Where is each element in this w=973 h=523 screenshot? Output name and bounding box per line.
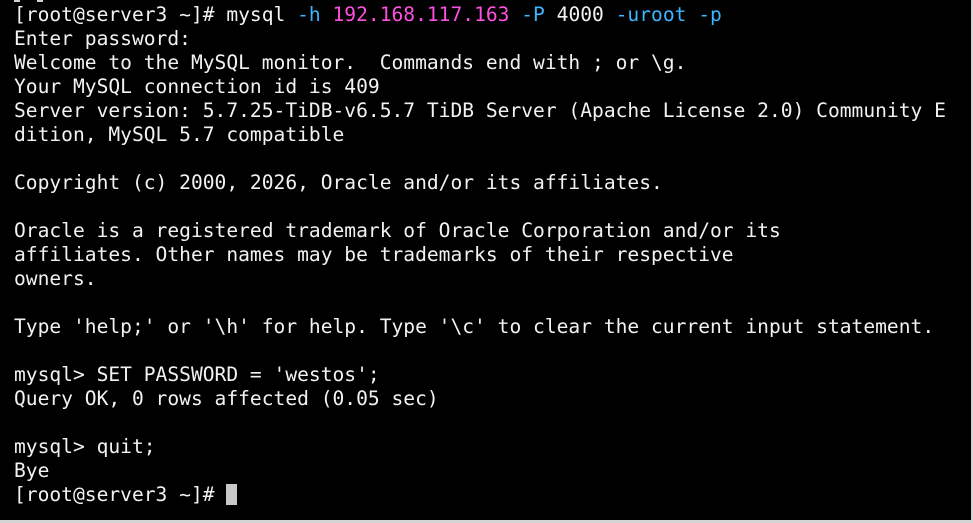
terminal-line: dition, MySQL 5.7 compatible [14,123,969,147]
terminal-line: Welcome to the MySQL monitor. Commands e… [14,51,969,75]
terminal-text-segment: Copyright (c) 2000, 2026, Oracle and/or … [14,171,663,194]
terminal-line: affiliates. Other names may be trademark… [14,243,969,267]
terminal-line: Type 'help;' or '\h' for help. Type '\c'… [14,315,969,339]
terminal-text-segment: Query OK, 0 rows affected (0.05 sec) [14,387,439,410]
terminal-line: Your MySQL connection id is 409 [14,75,969,99]
terminal-line: Bye [14,459,969,483]
terminal-line: Oracle is a registered trademark of Orac… [14,219,969,243]
terminal-text-segment: -uroot [615,3,687,26]
terminal-text-segment: -p [698,3,722,26]
scrolled-line-fragment [0,0,973,2]
terminal-output: [root@server3 ~]# mysql -h 192.168.117.1… [14,3,969,507]
terminal-line: owners. [14,267,969,291]
terminal-line: [root@server3 ~]# mysql -h 192.168.117.1… [14,3,969,27]
terminal-line: Query OK, 0 rows affected (0.05 sec) [14,387,969,411]
terminal-line: Server version: 5.7.25-TiDB-v6.5.7 TiDB … [14,99,969,123]
terminal-text-segment: [root@server3 ~]# mysql [14,3,298,26]
terminal-text-segment: Your MySQL connection id is 409 [14,75,380,98]
terminal-window[interactable]: [root@server3 ~]# mysql -h 192.168.117.1… [0,0,973,523]
terminal-text-segment: mysql> quit; [14,435,156,458]
terminal-line: mysql> quit; [14,435,969,459]
terminal-text-segment: owners. [14,267,97,290]
terminal-text-segment: Bye [14,459,50,482]
terminal-text-segment: Welcome to the MySQL monitor. Commands e… [14,51,687,74]
terminal-text-segment: Server version: 5.7.25-TiDB-v6.5.7 TiDB … [14,99,946,122]
terminal-line: Enter password: [14,27,969,51]
terminal-text-segment: Enter password: [14,27,191,50]
terminal-line: [root@server3 ~]# [14,483,969,507]
terminal-text-segment: mysql> SET PASSWORD = 'westos'; [14,363,380,386]
terminal-text-segment: [root@server3 ~]# [14,483,227,506]
terminal-text-segment: Oracle is a registered trademark of Orac… [14,219,781,242]
terminal-cursor [226,484,238,505]
terminal-text-segment: dition, MySQL 5.7 compatible [14,123,345,146]
terminal-text-segment: -P [521,3,557,26]
terminal-text-segment: Type 'help;' or '\h' for help. Type '\c'… [14,315,935,338]
terminal-text-segment: affiliates. Other names may be trademark… [14,243,734,266]
terminal-text-segment: 4000 [556,3,604,26]
terminal-text-segment: 192.168.117.163 [332,3,510,26]
terminal-line: Copyright (c) 2000, 2026, Oracle and/or … [14,171,969,195]
terminal-line: mysql> SET PASSWORD = 'westos'; [14,363,969,387]
terminal-text-segment: -h [297,3,333,26]
